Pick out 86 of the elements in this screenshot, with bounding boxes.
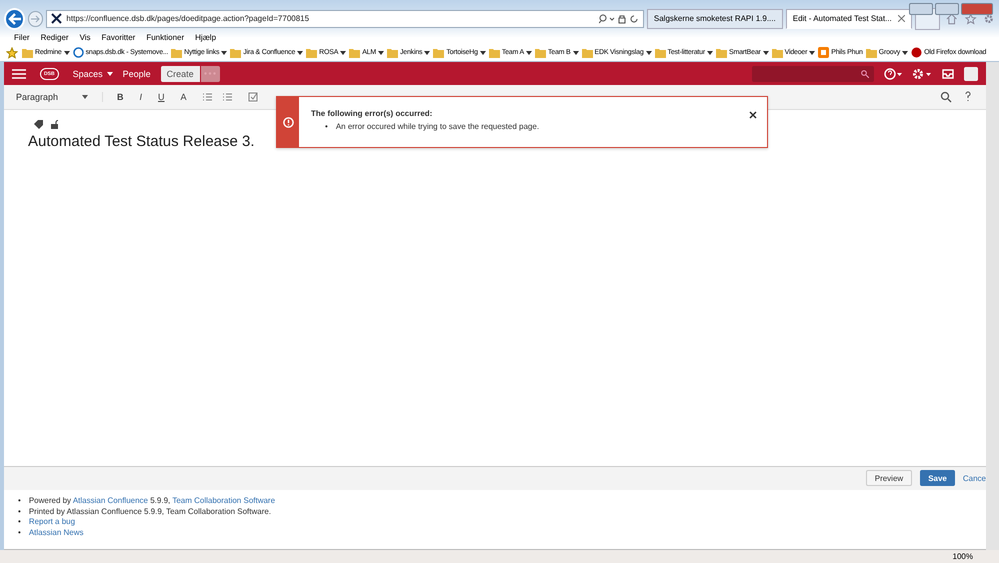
menu-item[interactable]: Favoritter: [102, 33, 136, 42]
zoom-level[interactable]: 100%: [952, 552, 973, 561]
menu-item[interactable]: Funktioner: [146, 33, 184, 42]
unlocked-icon[interactable]: [51, 120, 59, 129]
more-button[interactable]: [200, 66, 220, 82]
site-icon: [51, 13, 62, 24]
back-arrow-icon: [8, 12, 22, 25]
folder-icon: [534, 47, 546, 58]
folder-icon: [22, 47, 33, 58]
blog-icon: [818, 47, 830, 58]
caret-icon: [64, 50, 70, 55]
format-button[interactable]: U: [156, 92, 167, 102]
folder-icon: [387, 47, 398, 58]
error-icon: [282, 116, 294, 128]
format-dropdown[interactable]: Paragraph: [16, 92, 104, 102]
browser-tab[interactable]: Edit - Automated Test Stat...: [786, 8, 912, 29]
footer-text: Printed by Atlassian Confluence 5.9.9, Team Collaboration Software.: [28, 506, 272, 518]
browser-page-icon: [72, 47, 84, 58]
folder-icon: [866, 47, 877, 58]
cancel-link[interactable]: Cance: [962, 474, 986, 483]
folder-icon: [306, 47, 318, 58]
home-star-gear-icon[interactable]: [946, 12, 995, 25]
folder-icon: [582, 47, 592, 58]
footer-link[interactable]: Team Collaboration Software: [172, 496, 276, 505]
bullet: •: [18, 528, 21, 539]
footer-link[interactable]: Report a bug: [28, 517, 76, 528]
nav-link[interactable]: Spaces: [72, 68, 113, 78]
folder-icon: [433, 47, 444, 58]
caret-icon: [809, 50, 816, 55]
error-message: An error occured while trying to save the requested page.: [336, 122, 540, 133]
menu-icon[interactable]: [12, 68, 26, 78]
folder-icon: [488, 47, 500, 58]
menu-item[interactable]: Rediger: [40, 33, 69, 42]
avatar[interactable]: [964, 66, 978, 80]
folder-icon: [716, 47, 727, 58]
help-icon[interactable]: [884, 68, 902, 80]
create-button[interactable]: Create: [160, 66, 200, 82]
caret-icon: [762, 50, 769, 55]
caret-icon: [572, 50, 578, 55]
forward-arrow-icon: [30, 14, 41, 23]
menu-item[interactable]: Vis: [80, 33, 91, 42]
caret-icon: [480, 50, 486, 55]
format-button[interactable]: B: [115, 92, 126, 102]
search-field[interactable]: [752, 66, 874, 82]
nav-link[interactable]: People: [122, 68, 151, 78]
settings-icon[interactable]: [912, 68, 932, 80]
menu-item[interactable]: Filer: [14, 33, 30, 42]
browser-tab[interactable]: Salgskerne smoketest RAPI 1.9....: [646, 8, 783, 29]
address-tools-icon: [598, 14, 639, 24]
caret-icon: [378, 50, 384, 55]
folder-icon: [772, 47, 783, 58]
bullet: •: [18, 506, 21, 518]
folder-icon: [171, 47, 182, 58]
caret-icon: [106, 72, 113, 76]
footer-link[interactable]: Atlassian Confluence: [72, 496, 148, 505]
caret-icon: [526, 50, 532, 55]
menu-item[interactable]: Hjælp: [195, 33, 216, 42]
bullet: •: [18, 496, 21, 507]
caret-icon: [646, 50, 652, 55]
error-heading: The following error(s) occurred:: [311, 109, 434, 118]
caret-icon: [297, 50, 304, 55]
caret-icon: [706, 50, 713, 55]
caret-icon: [82, 95, 88, 99]
footer-text: Powered by Atlassian Confluence 5.9.9, Team Collaboration Software: [28, 496, 276, 507]
scrollbar[interactable]: [986, 62, 999, 550]
address-bar[interactable]: https://confluence.dsb.dk/pages/doeditpage.action?pageId=7700815: [46, 10, 644, 28]
tag-icon[interactable]: [34, 120, 43, 129]
folder-icon: [654, 47, 666, 58]
bullet: •: [18, 517, 21, 528]
favorites-star-icon[interactable]: [6, 46, 19, 59]
caret-icon: [902, 50, 908, 55]
search-icon: [861, 70, 869, 78]
save-button[interactable]: Save: [920, 470, 955, 486]
folder-icon: [230, 47, 242, 58]
close-icon[interactable]: [749, 111, 757, 119]
format-button[interactable]: A: [178, 92, 189, 102]
caret-icon: [340, 50, 346, 55]
bullet: •: [325, 122, 328, 133]
back-button[interactable]: [4, 8, 26, 30]
footer-link[interactable]: Atlassian News: [28, 528, 84, 539]
folder-icon: [349, 47, 360, 58]
caret-icon: [221, 50, 228, 55]
format-button[interactable]: I: [138, 92, 144, 102]
caret-icon: [424, 50, 430, 55]
preview-button[interactable]: Preview: [866, 470, 912, 486]
inbox-icon[interactable]: [942, 68, 954, 78]
